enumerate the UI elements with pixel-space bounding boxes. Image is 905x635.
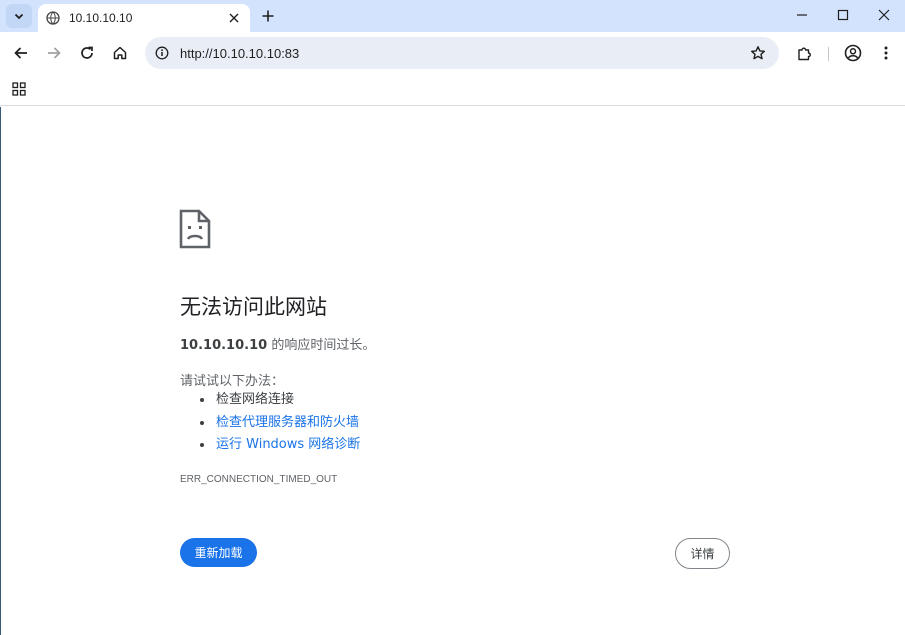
back-button[interactable] <box>8 40 34 66</box>
suggestions-heading: 请试试以下办法： <box>180 374 285 389</box>
apps-button[interactable] <box>10 80 28 98</box>
bookmarks-bar <box>0 74 905 106</box>
tab-title: 10.10.10.10 <box>69 11 133 25</box>
back-arrow-icon <box>14 47 27 59</box>
minimize-icon <box>797 14 807 16</box>
maximize-icon <box>837 9 849 21</box>
address-bar[interactable]: http://10.10.10.10:83 <box>145 37 779 69</box>
error-description: 10.10.10.10 的响应时间过长。 <box>180 334 375 353</box>
extensions-button[interactable] <box>791 40 817 66</box>
forward-button[interactable] <box>41 40 67 66</box>
home-icon <box>113 46 127 60</box>
profile-icon <box>844 44 862 62</box>
suggestion-check-network: 检查网络连接 <box>200 391 360 414</box>
forward-arrow-icon <box>48 47 61 59</box>
site-info-button[interactable] <box>154 45 170 61</box>
apps-grid-icon <box>12 82 26 96</box>
reload-icon <box>81 46 93 59</box>
info-icon <box>155 46 169 60</box>
details-button[interactable]: 详情 <box>675 538 730 569</box>
chevron-down-icon <box>14 13 24 20</box>
new-tab-button[interactable] <box>258 6 278 26</box>
reload-button[interactable] <box>74 40 100 66</box>
menu-button[interactable] <box>873 40 899 66</box>
error-description-text: 的响应时间过长。 <box>267 338 376 353</box>
error-code: ERR_CONNECTION_TIMED_OUT <box>180 474 338 485</box>
suggestion-run-diagnostics-link[interactable]: 运行 Windows 网络诊断 <box>200 436 360 459</box>
minimize-button[interactable] <box>782 0 822 30</box>
error-host: 10.10.10.10 <box>180 338 268 353</box>
close-window-button[interactable] <box>864 0 904 30</box>
bookmark-star-button[interactable] <box>747 42 769 64</box>
profile-button[interactable] <box>840 40 866 66</box>
globe-icon <box>46 11 60 25</box>
home-button[interactable] <box>107 40 133 66</box>
close-icon <box>878 9 890 21</box>
active-tab[interactable]: 10.10.10.10 <box>38 4 250 32</box>
maximize-button[interactable] <box>823 0 863 30</box>
suggestion-check-proxy-link[interactable]: 检查代理服务器和防火墙 <box>200 414 360 437</box>
suggestions-list: 检查网络连接 检查代理服务器和防火墙 运行 Windows 网络诊断 <box>200 391 360 459</box>
plus-icon <box>262 10 274 22</box>
star-icon <box>751 46 765 60</box>
close-icon <box>229 13 239 23</box>
url-text[interactable]: http://10.10.10.10:83 <box>180 46 747 61</box>
puzzle-icon <box>797 47 811 60</box>
tab-close-button[interactable] <box>226 10 242 26</box>
reload-page-button[interactable]: 重新加载 <box>180 538 257 567</box>
toolbar: http://10.10.10.10:83 <box>0 32 905 74</box>
error-title: 无法访问此网站 <box>180 295 327 319</box>
tab-search-button[interactable] <box>6 4 32 28</box>
sad-page-icon <box>179 209 211 249</box>
error-page: 无法访问此网站 10.10.10.10 的响应时间过长。 请试试以下办法： 检查… <box>0 107 905 635</box>
kebab-menu-icon <box>884 46 888 60</box>
tab-strip: 10.10.10.10 <box>0 0 905 32</box>
toolbar-divider <box>828 47 829 61</box>
